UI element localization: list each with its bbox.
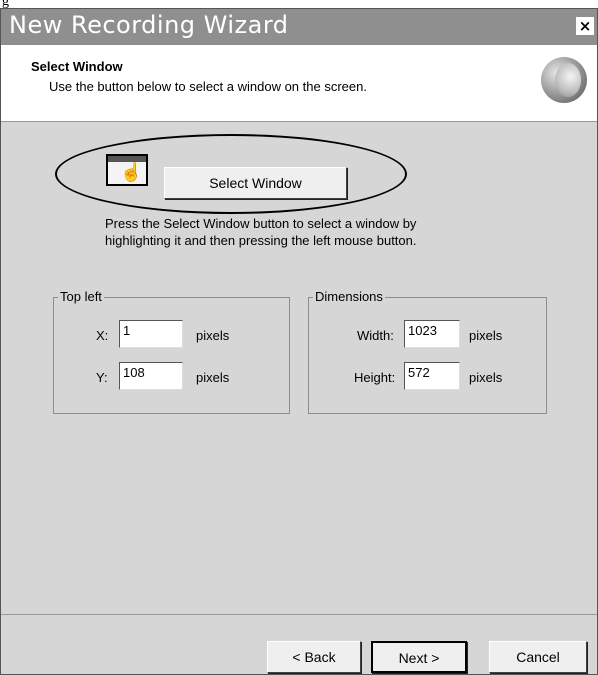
y-field[interactable]: 108: [119, 362, 183, 390]
step-title: Select Window: [31, 59, 123, 74]
footer-divider: [1, 614, 597, 615]
x-unit: pixels: [196, 328, 230, 343]
step-subtitle: Use the button below to select a window …: [49, 79, 367, 94]
select-help-text: Press the Select Window button to select…: [105, 215, 417, 249]
height-field[interactable]: 572: [404, 362, 460, 390]
wizard-header: Select Window Use the button below to se…: [1, 45, 597, 122]
top-left-legend: Top left: [58, 289, 104, 304]
width-field[interactable]: 1023: [404, 320, 460, 348]
width-unit: pixels: [469, 328, 503, 343]
next-button[interactable]: Next >: [371, 641, 467, 673]
x-label: X:: [96, 328, 109, 343]
back-button[interactable]: < Back: [267, 641, 361, 673]
top-left-group: Top left X: 1 pixels Y: 108 pixels: [53, 289, 290, 414]
app-logo-icon: [541, 57, 587, 103]
width-label: Width:: [357, 328, 394, 343]
dimensions-legend: Dimensions: [313, 289, 385, 304]
help-line-1: Press the Select Window button to select…: [105, 216, 417, 231]
height-label: Height:: [354, 370, 396, 385]
y-label: Y:: [96, 370, 108, 385]
help-line-2: highlighting it and then pressing the le…: [105, 233, 417, 248]
x-field[interactable]: 1: [119, 320, 183, 348]
hand-cursor-icon[interactable]: ☝: [106, 154, 148, 186]
height-unit: pixels: [469, 370, 503, 385]
window-title: New Recording Wizard: [9, 11, 289, 39]
hand-glyph: ☝: [120, 162, 143, 182]
close-button[interactable]: ×: [576, 17, 594, 35]
select-window-button[interactable]: Select Window: [164, 167, 347, 199]
wizard-window: New Recording Wizard × Select Window Use…: [0, 8, 598, 675]
dimensions-group: Dimensions Width: 1023 pixels Height: 57…: [308, 289, 547, 414]
y-unit: pixels: [196, 370, 230, 385]
title-bar[interactable]: New Recording Wizard ×: [1, 9, 597, 45]
cancel-button[interactable]: Cancel: [489, 641, 587, 673]
